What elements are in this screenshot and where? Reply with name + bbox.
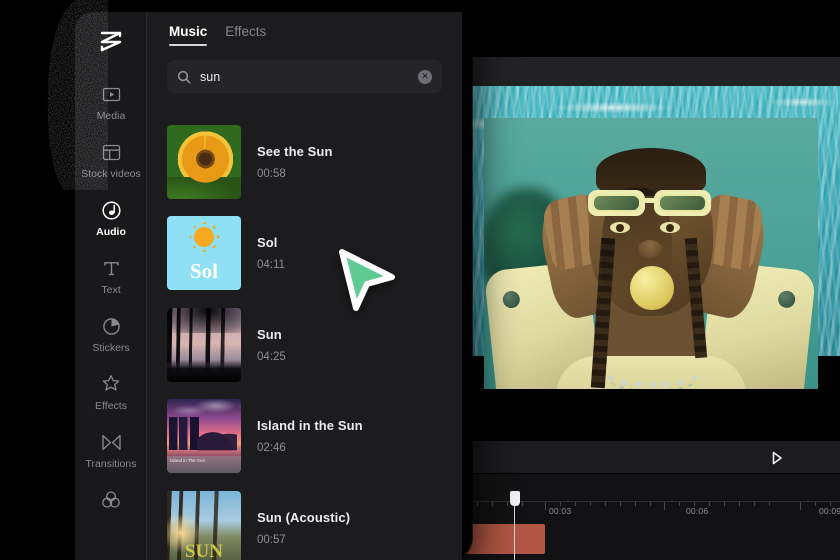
thumbnail-caption: SUN	[184, 540, 223, 560]
sidebar-item-stickers[interactable]: Stickers	[75, 306, 147, 364]
sidebar-rail: Media Stock videos Audio Text Stickers E…	[75, 12, 147, 560]
list-item[interactable]: SUN Sun (Acoustic) 00:57	[147, 482, 462, 560]
track-thumbnail	[167, 124, 241, 199]
video-preview[interactable]	[462, 86, 840, 441]
list-item[interactable]: Sun 04:25	[147, 299, 462, 391]
timeline: 00:03 00:06 00:09	[452, 441, 840, 560]
audio-panel: Music Effects sun ✕ See the Sun 00:58 So…	[147, 12, 462, 560]
timeline-track[interactable]	[452, 524, 840, 560]
track-meta: Sun (Acoustic) 00:57	[257, 510, 350, 546]
stock-videos-icon	[100, 141, 122, 163]
sidebar-item-label: Stickers	[92, 342, 130, 354]
tab-music[interactable]: Music	[169, 24, 208, 48]
sidebar-item-label: Stock videos	[81, 168, 141, 180]
search-input[interactable]: sun	[200, 70, 409, 84]
sidebar-item-text[interactable]: Text	[75, 248, 147, 306]
filters-icon	[100, 489, 122, 511]
track-title: Island in the Sun	[257, 418, 363, 434]
sidebar-item-audio[interactable]: Audio	[75, 190, 147, 248]
track-title: Sun	[257, 326, 282, 342]
track-meta: See the Sun 00:58	[257, 144, 333, 180]
effects-icon	[100, 373, 122, 395]
track-thumbnail: SUN	[167, 490, 241, 560]
timeline-toolbar	[462, 441, 840, 474]
sidebar-item-label: Text	[101, 284, 121, 296]
list-item[interactable]: Sol Sol 04:11	[147, 208, 462, 300]
list-item[interactable]: See the Sun 00:58	[147, 116, 462, 208]
tab-effects[interactable]: Effects	[225, 24, 266, 48]
playhead[interactable]	[509, 491, 520, 560]
sidebar-item-label: Audio	[96, 226, 126, 238]
track-thumbnail: Island in The Sun	[167, 399, 241, 474]
sidebar-item-stock-videos[interactable]: Stock videos	[75, 132, 147, 190]
media-icon	[100, 83, 122, 105]
editor-toolbar	[462, 57, 840, 86]
transitions-icon	[100, 431, 122, 453]
thumbnail-caption: Island in The Sun	[170, 458, 205, 464]
sidebar-items: Media Stock videos Audio Text Stickers E…	[75, 74, 147, 525]
play-icon[interactable]	[768, 449, 786, 467]
sidebar-item-transitions[interactable]: Transitions	[75, 422, 147, 480]
track-meta: Island in the Sun 02:46	[257, 418, 363, 454]
sidebar-item-media[interactable]: Media	[75, 74, 147, 132]
track-duration: 00:58	[257, 167, 286, 180]
screen: 00:03 00:06 00:09 Media Stock videos Aud…	[0, 0, 840, 560]
audio-icon	[100, 199, 122, 221]
sidebar-item-label: Effects	[95, 400, 127, 412]
track-title: See the Sun	[257, 143, 333, 159]
sidebar-item-label: Transitions	[85, 458, 137, 470]
sidebar-item-filters[interactable]	[75, 480, 147, 525]
app-window: Media Stock videos Audio Text Stickers E…	[75, 12, 462, 560]
track-duration: 02:46	[257, 442, 286, 455]
ruler-label: 00:09	[819, 506, 840, 516]
playhead-handle[interactable]	[509, 491, 520, 506]
search-icon	[177, 70, 191, 84]
track-thumbnail: Sol	[167, 216, 241, 291]
preview-video-frame	[484, 118, 818, 389]
track-thumbnail	[167, 307, 241, 382]
music-track-list[interactable]: See the Sun 00:58 Sol Sol 04:11 Sun 04:2…	[147, 116, 462, 560]
track-meta: Sun 04:25	[257, 327, 286, 363]
sidebar-item-effects[interactable]: Effects	[75, 364, 147, 422]
track-duration: 04:25	[257, 350, 286, 363]
track-meta: Sol 04:11	[257, 235, 285, 271]
list-item[interactable]: Island in The Sun Island in the Sun 02:4…	[147, 391, 462, 483]
panel-tabs: Music Effects	[147, 12, 462, 48]
track-duration: 04:11	[257, 259, 285, 272]
ruler-label: 00:03	[549, 506, 572, 516]
pointer-cursor	[339, 249, 395, 311]
search-bar[interactable]: sun ✕	[167, 60, 442, 93]
track-duration: 00:57	[257, 533, 286, 546]
clear-icon[interactable]: ✕	[418, 69, 432, 84]
ruler-label: 00:06	[686, 506, 709, 516]
track-title: Sun (Acoustic)	[257, 509, 351, 525]
thumbnail-caption: Sol	[189, 259, 218, 284]
track-title: Sol	[257, 235, 278, 251]
sidebar-item-label: Media	[96, 110, 126, 122]
capcut-logo-icon[interactable]	[75, 30, 147, 52]
text-icon	[100, 257, 122, 279]
stickers-icon	[100, 315, 122, 337]
